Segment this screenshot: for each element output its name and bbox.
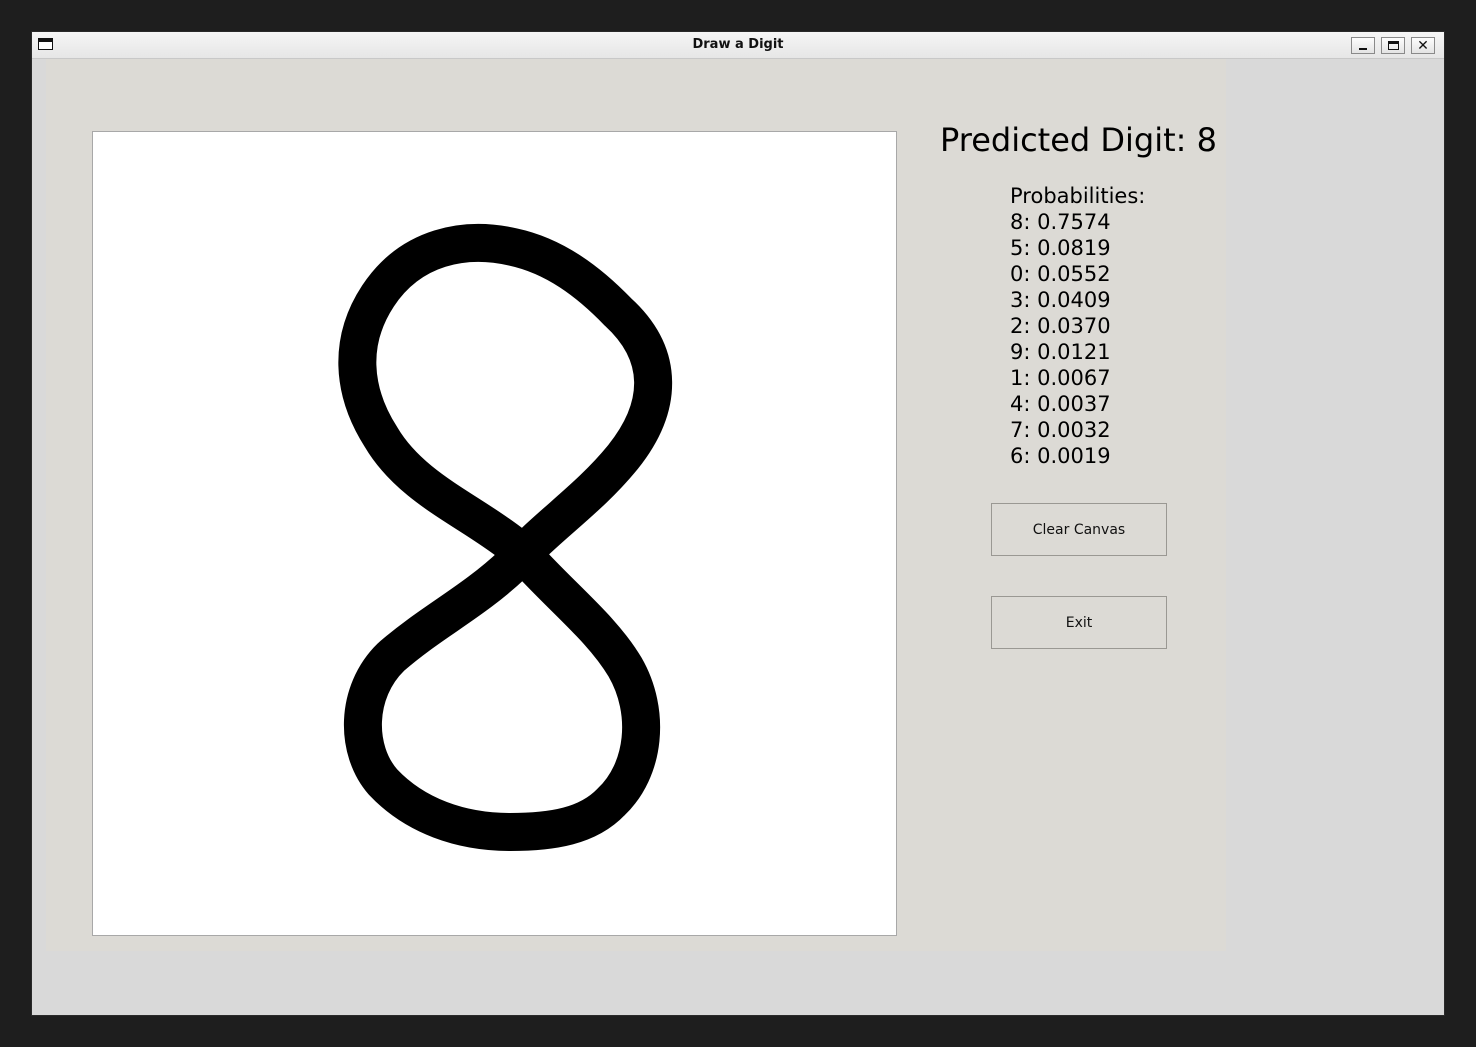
drawn-digit-strokes [338,223,673,851]
app-window: Draw a Digit ✕ Predicted Digit: 8 Probab… [32,32,1444,1015]
probability-row: 5: 0.0819 [1010,236,1111,260]
maximize-icon [1387,41,1399,50]
probability-row: 9: 0.0121 [1010,340,1111,364]
close-button[interactable]: ✕ [1411,37,1435,54]
probability-row: 6: 0.0019 [1010,444,1111,468]
content-frame: Predicted Digit: 8 Probabilities: 8: 0.7… [46,59,1226,951]
probability-row: 4: 0.0037 [1010,392,1111,416]
probabilities-list: Probabilities: 8: 0.7574 5: 0.0819 0: 0.… [1010,183,1145,469]
probability-row: 2: 0.0370 [1010,314,1111,338]
maximize-button[interactable] [1381,37,1405,54]
probabilities-heading: Probabilities: [1010,184,1146,208]
predicted-digit-label: Predicted Digit: 8 [940,121,1217,159]
clear-canvas-button[interactable]: Clear Canvas [991,503,1167,556]
exit-button[interactable]: Exit [991,596,1167,649]
client-area: Predicted Digit: 8 Probabilities: 8: 0.7… [32,59,1444,1015]
window-title: Draw a Digit [692,37,784,52]
probability-row: 8: 0.7574 [1010,210,1111,234]
close-icon: ✕ [1417,37,1429,54]
drawing-canvas[interactable] [92,131,897,936]
probability-row: 3: 0.0409 [1010,288,1111,312]
probability-row: 0: 0.0552 [1010,262,1111,286]
minimize-icon [1359,48,1367,50]
probability-row: 7: 0.0032 [1010,418,1111,442]
minimize-button[interactable] [1351,37,1375,54]
probability-row: 1: 0.0067 [1010,366,1111,390]
title-bar[interactable]: Draw a Digit ✕ [32,32,1444,59]
